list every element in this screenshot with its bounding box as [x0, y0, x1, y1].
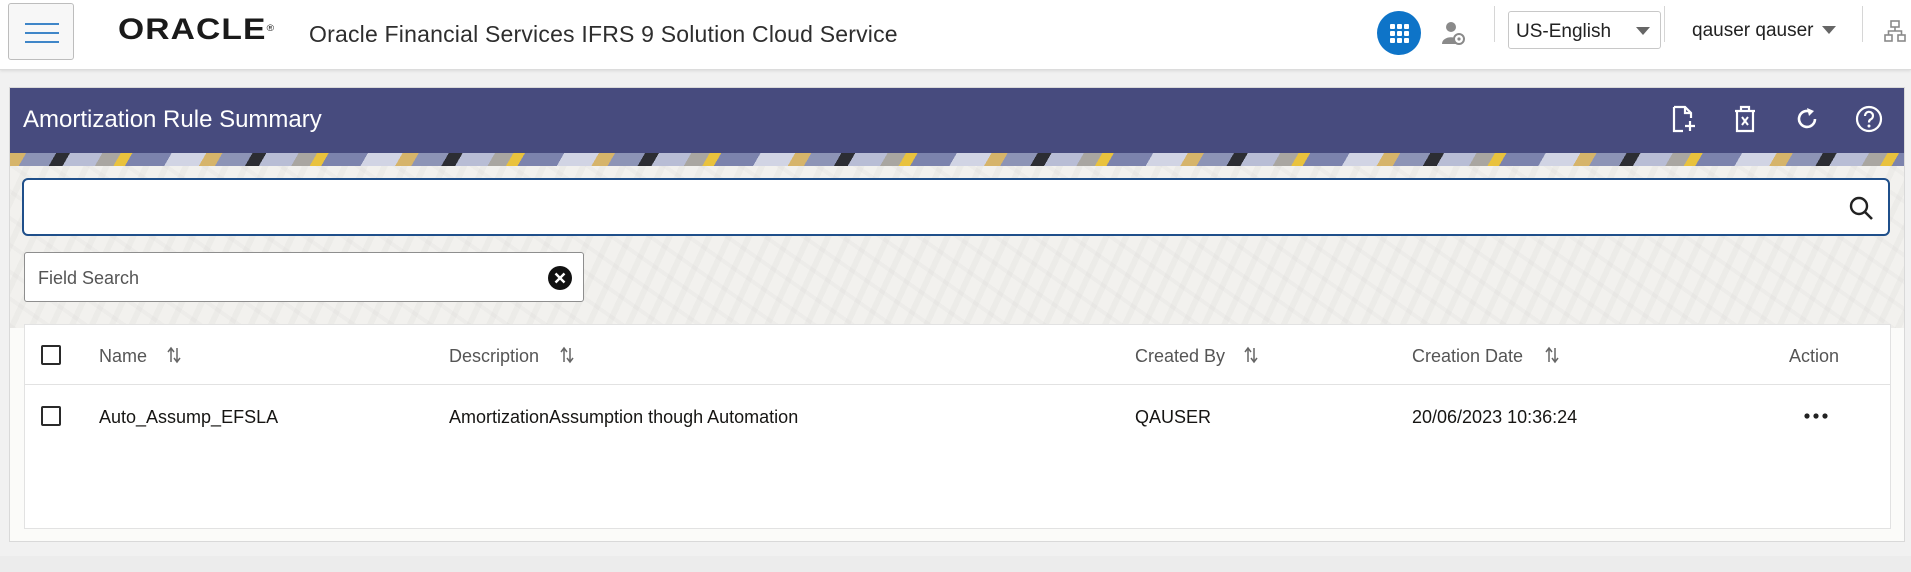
rule-created-by: QAUSER	[1135, 407, 1212, 427]
product-title: Oracle Financial Services IFRS 9 Solutio…	[309, 21, 898, 47]
header-divider	[1862, 6, 1863, 42]
table-header: Name Description Created By Creation Dat…	[25, 325, 1890, 385]
chevron-down-icon	[1636, 27, 1650, 35]
help-icon[interactable]	[1854, 104, 1884, 134]
column-header-action: Action	[1789, 346, 1840, 366]
amortization-rule-panel: Amortization Rule Summary Field Search N…	[9, 87, 1905, 542]
table-row[interactable]: Auto_Assump_EFSLA AmortizationAssumption…	[25, 386, 1890, 446]
search-icon[interactable]	[1848, 195, 1874, 221]
column-header-creation-date[interactable]: Creation Date	[1412, 345, 1523, 367]
clear-icon[interactable]	[547, 265, 573, 291]
app-grid-icon[interactable]	[1377, 11, 1421, 55]
sort-icon[interactable]	[560, 346, 574, 364]
rules-table: Name Description Created By Creation Dat…	[24, 324, 1891, 529]
hamburger-menu-icon[interactable]	[8, 3, 74, 60]
rule-description: AmortizationAssumption though Automation	[449, 407, 799, 427]
row-checkbox[interactable]	[41, 406, 61, 426]
field-search[interactable]	[24, 252, 584, 302]
oracle-logo: ORACLE®	[118, 13, 276, 46]
user-name: qauser qauser	[1692, 20, 1814, 41]
top-header: ORACLE® Oracle Financial Services IFRS 9…	[0, 0, 1911, 70]
rule-creation-date: 20/06/2023 10:36:24	[1412, 407, 1578, 427]
page-footer	[0, 556, 1911, 572]
refresh-icon[interactable]	[1792, 104, 1822, 134]
rule-name[interactable]: Auto_Assump_EFSLA	[99, 406, 278, 428]
page-title: Amortization Rule Summary	[23, 106, 322, 133]
add-document-icon[interactable]	[1668, 104, 1698, 134]
chevron-down-icon	[1822, 26, 1836, 34]
column-header-created-by[interactable]: Created By	[1135, 345, 1225, 367]
sort-icon[interactable]	[1545, 346, 1559, 364]
more-options-icon[interactable]	[1803, 406, 1829, 426]
select-all-checkbox[interactable]	[41, 345, 61, 365]
search-bar[interactable]	[22, 178, 1890, 236]
sort-icon[interactable]	[1244, 346, 1258, 364]
user-menu[interactable]: qauser qauser	[1692, 11, 1842, 49]
sort-icon[interactable]	[167, 346, 181, 364]
user-admin-icon[interactable]	[1441, 20, 1465, 46]
column-header-name[interactable]: Name	[99, 345, 147, 367]
header-divider	[1494, 6, 1495, 42]
hierarchy-icon[interactable]	[1884, 20, 1906, 42]
search-input[interactable]	[36, 190, 1816, 224]
language-select[interactable]: US-English	[1508, 11, 1661, 49]
delete-icon[interactable]	[1730, 104, 1760, 134]
panel-header: Amortization Rule Summary	[10, 88, 1904, 153]
field-search-input[interactable]	[38, 265, 518, 291]
column-header-description[interactable]: Description	[449, 345, 539, 367]
decorative-banner	[10, 153, 1904, 166]
header-divider	[1664, 6, 1665, 42]
language-value: US-English	[1516, 21, 1612, 42]
